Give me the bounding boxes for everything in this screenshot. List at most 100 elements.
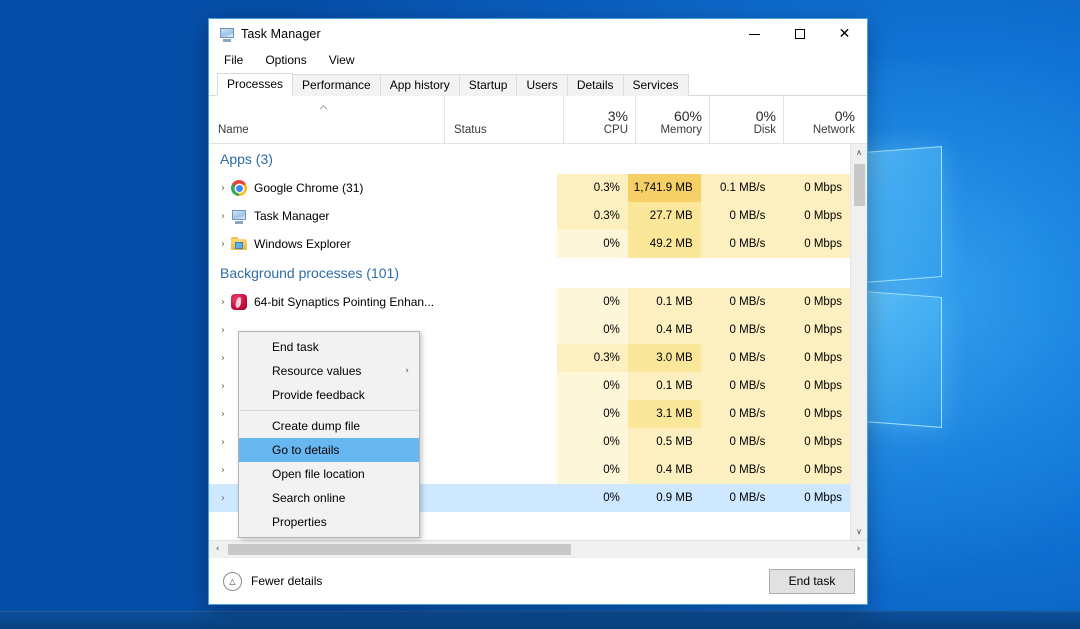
table-row[interactable]: ›Task Manager0.3%27.7 MB0 MB/s0 Mbps [209,202,850,230]
tab-bar: Processes Performance App history Startu… [209,71,867,96]
process-cpu-cell: 0% [557,484,628,512]
column-header-memory[interactable]: 60% Memory [636,96,710,143]
expand-chevron-icon[interactable]: › [215,325,231,336]
expand-chevron-icon[interactable]: › [215,493,231,504]
context-menu-item-resource-values[interactable]: Resource values› [239,359,419,383]
expand-chevron-icon[interactable]: › [215,297,231,308]
expand-chevron-icon[interactable]: › [215,437,231,448]
tab-users[interactable]: Users [516,74,567,96]
menu-view[interactable]: View [327,51,357,69]
column-header-cpu[interactable]: 3% CPU [564,96,636,143]
context-menu-item-properties[interactable]: Properties [239,510,419,534]
context-menu-item-search-online[interactable]: Search online [239,486,419,510]
context-menu-item-label: End task [272,340,319,354]
tab-details[interactable]: Details [567,74,624,96]
expand-chevron-icon[interactable]: › [215,465,231,476]
horizontal-scrollbar-thumb[interactable] [228,544,571,555]
table-row[interactable]: ›Google Chrome (31)0.3%1,741.9 MB0.1 MB/… [209,174,850,202]
column-header-status[interactable]: Status [445,96,564,143]
expand-chevron-icon[interactable]: › [215,381,231,392]
process-network-cell: 0 Mbps [773,174,850,202]
process-memory-cell: 3.0 MB [628,344,701,372]
process-disk-cell: 0 MB/s [701,344,774,372]
process-memory-cell: 0.1 MB [628,288,701,316]
process-group-header[interactable]: Apps (3) [209,144,850,174]
process-disk-cell: 0 MB/s [701,230,774,258]
expand-chevron-icon[interactable]: › [215,239,231,250]
folder-icon [231,236,247,252]
table-row[interactable]: ›Windows Explorer0%49.2 MB0 MB/s0 Mbps [209,230,850,258]
process-name-cell[interactable]: › Google Chrome (31) [209,174,440,202]
process-network-cell: 0 Mbps [773,456,850,484]
process-name-cell[interactable]: ›64-bit Synaptics Pointing Enhan... [209,288,440,316]
process-memory-cell: 0.1 MB [628,372,701,400]
table-row[interactable]: ›64-bit Synaptics Pointing Enhan...0%0.1… [209,288,850,316]
process-memory-cell: 0.4 MB [628,316,701,344]
scroll-up-arrow-icon[interactable]: ∧ [851,144,868,161]
context-menu-item-open-file-location[interactable]: Open file location [239,462,419,486]
column-label-name: Name [209,124,444,138]
process-network-cell: 0 Mbps [773,344,850,372]
tab-startup[interactable]: Startup [459,74,518,96]
process-status-cell [440,372,557,400]
taskbar[interactable] [0,611,1080,629]
context-menu-separator [240,410,418,411]
expand-chevron-icon[interactable]: › [215,409,231,420]
context-menu: End task Resource values›Provide feedback… [238,331,420,538]
process-status-cell [440,456,557,484]
chrome-icon [231,180,247,196]
process-group-label: Apps (3) [209,151,273,167]
close-button[interactable]: ✕ [822,19,867,49]
process-disk-cell: 0 MB/s [701,288,774,316]
process-disk-cell: 0 MB/s [701,428,774,456]
scroll-down-arrow-icon[interactable]: ∨ [851,523,868,540]
process-memory-cell: 49.2 MB [628,230,701,258]
process-disk-cell: 0 MB/s [701,400,774,428]
chevron-up-icon [319,103,328,112]
context-menu-item-create-dump-file[interactable]: Create dump file [239,414,419,438]
tab-performance[interactable]: Performance [292,74,381,96]
process-name-label: Windows Explorer [254,237,351,251]
process-status-cell [440,344,557,372]
tab-services[interactable]: Services [623,74,689,96]
expand-chevron-icon[interactable]: › [215,211,231,222]
network-total-percent: 0% [784,108,862,124]
scroll-left-arrow-icon[interactable]: ‹ [209,541,226,558]
column-header-name[interactable]: Name [209,96,445,143]
chevron-right-icon: › [405,366,409,376]
tab-app-history[interactable]: App history [380,74,460,96]
process-disk-cell: 0 MB/s [701,456,774,484]
synaptics-icon [231,294,247,310]
context-menu-item-end-task[interactable]: End task [239,335,419,359]
column-label-cpu: CPU [564,124,635,138]
process-memory-cell: 0.9 MB [628,484,701,512]
vertical-scrollbar-thumb[interactable] [854,164,865,206]
maximize-button[interactable] [777,19,822,49]
end-task-button[interactable]: End task [769,569,855,594]
menu-file[interactable]: File [222,51,245,69]
column-header-network[interactable]: 0% Network [784,96,862,143]
process-group-header[interactable]: Background processes (101) [209,258,850,288]
process-name-cell[interactable]: › Windows Explorer [209,230,440,258]
expand-chevron-icon[interactable]: › [215,183,231,194]
context-menu-item-provide-feedback[interactable]: Provide feedback [239,383,419,407]
expand-chevron-icon[interactable]: › [215,353,231,364]
process-disk-cell: 0 MB/s [701,202,774,230]
scroll-right-arrow-icon[interactable]: › [850,541,867,558]
minimize-button[interactable] [732,19,777,49]
horizontal-scrollbar-track[interactable] [226,541,850,558]
menu-options[interactable]: Options [263,51,308,69]
fewer-details-button[interactable]: △ Fewer details [223,572,322,591]
process-name-label: Google Chrome (31) [254,181,363,195]
column-header-disk[interactable]: 0% Disk [710,96,784,143]
process-name-cell[interactable]: ›Task Manager [209,202,440,230]
title-bar[interactable]: Task Manager ✕ [209,19,867,49]
process-network-cell: 0 Mbps [773,428,850,456]
tab-processes[interactable]: Processes [217,73,293,96]
context-menu-item-go-to-details[interactable]: Go to details [239,438,419,462]
vertical-scrollbar[interactable]: ∧ ∨ [850,144,867,540]
process-network-cell: 0 Mbps [773,400,850,428]
horizontal-scrollbar[interactable]: ‹ › [209,540,867,557]
task-manager-icon [219,26,235,42]
process-disk-cell: 0 MB/s [701,316,774,344]
